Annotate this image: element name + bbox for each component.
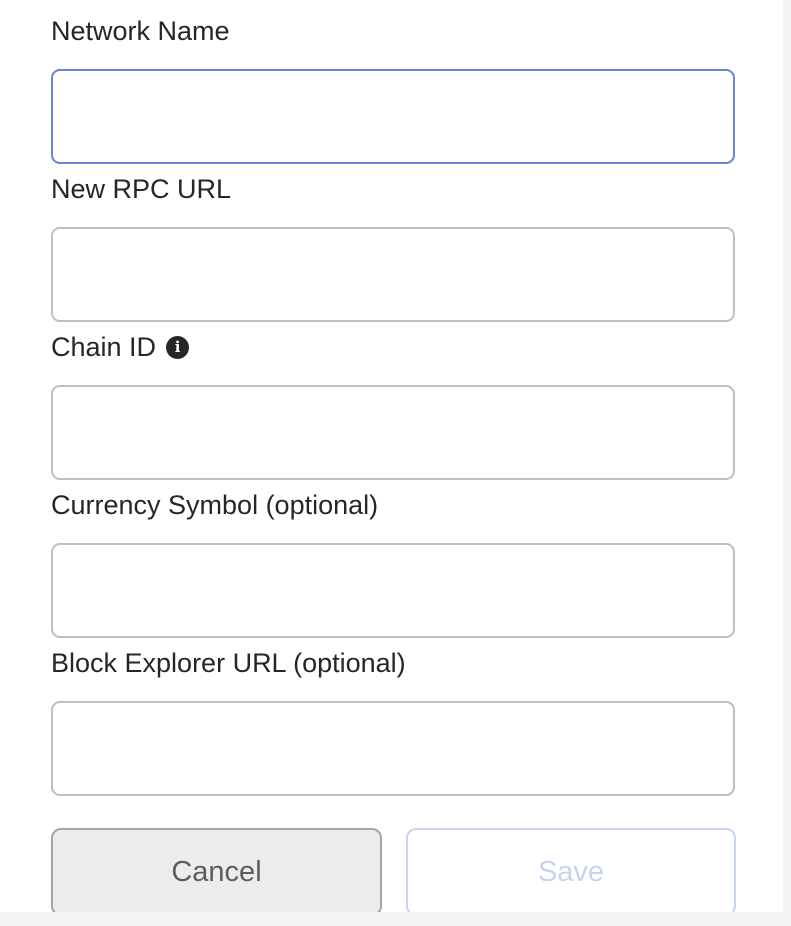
chain-id-label-row: Chain ID i (51, 331, 735, 363)
add-network-form: Network Name New RPC URL Chain ID i Curr… (0, 0, 783, 912)
chain-id-label: Chain ID (51, 331, 157, 362)
chain-id-field: Chain ID i (51, 331, 735, 480)
rpc-url-label: New RPC URL (51, 173, 232, 204)
cancel-button[interactable]: Cancel (51, 828, 382, 912)
currency-symbol-field: Currency Symbol (optional) (51, 489, 735, 638)
network-name-input[interactable] (51, 69, 735, 164)
chain-id-input[interactable] (51, 385, 735, 480)
network-name-field: Network Name (51, 15, 735, 164)
block-explorer-url-label: Block Explorer URL (optional) (51, 647, 406, 678)
currency-symbol-input[interactable] (51, 543, 735, 638)
block-explorer-url-input[interactable] (51, 701, 735, 796)
info-icon[interactable]: i (166, 335, 190, 359)
currency-symbol-label: Currency Symbol (optional) (51, 489, 379, 520)
rpc-url-field: New RPC URL (51, 173, 735, 322)
save-button[interactable]: Save (406, 828, 736, 912)
rpc-url-input[interactable] (51, 227, 735, 322)
block-explorer-url-field: Block Explorer URL (optional) (51, 647, 735, 796)
network-name-label: Network Name (51, 15, 230, 46)
